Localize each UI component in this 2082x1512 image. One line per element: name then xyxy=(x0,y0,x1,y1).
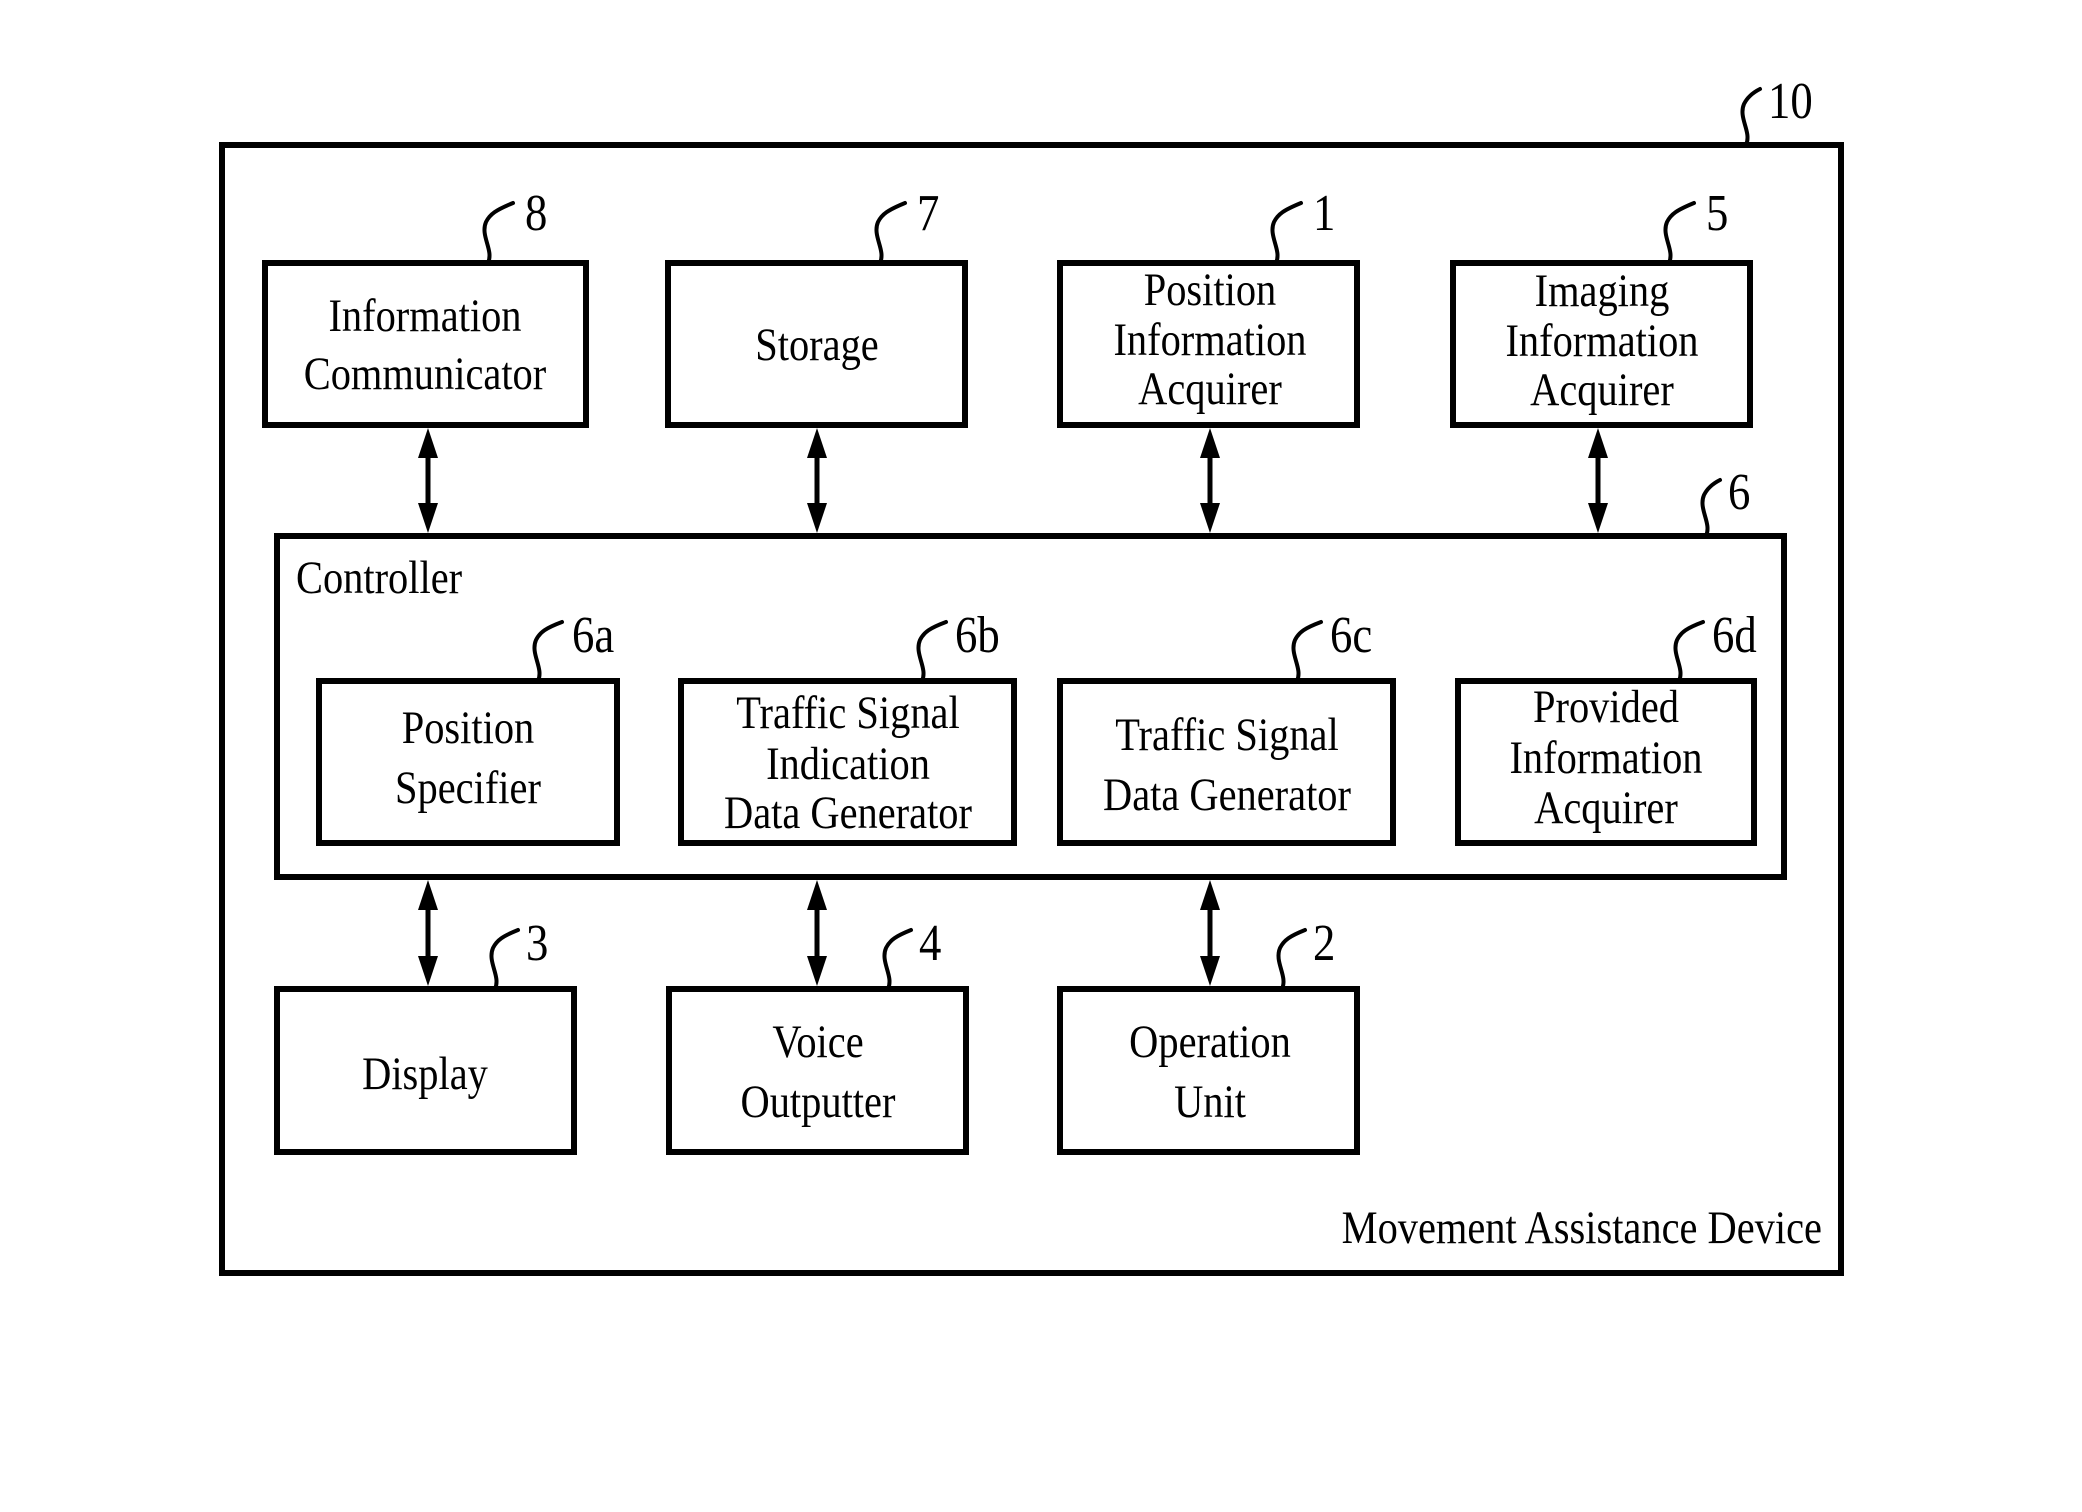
arrow-storage-controller xyxy=(807,428,827,533)
block-traffic-signal-data-generator: Traffic Signal Data Generator 6c xyxy=(1057,607,1396,846)
ref-leader xyxy=(482,201,515,265)
ref-leader xyxy=(874,201,907,265)
arrow-controller-operation-unit xyxy=(1200,880,1220,986)
block-label-line: Information xyxy=(1509,732,1702,783)
block-ref: 6c xyxy=(1330,607,1372,664)
ref-leader xyxy=(1270,201,1303,265)
block-label-line: Specifier xyxy=(395,762,541,813)
block-position-specifier: Position Specifier 6a xyxy=(316,607,620,846)
block-label-line: Operation xyxy=(1129,1016,1291,1067)
block-ref: 4 xyxy=(919,915,941,972)
block-label-line: Outputter xyxy=(741,1076,896,1127)
block-provided-information-acquirer: Provided Information Acquirer 6d xyxy=(1455,607,1757,846)
block-ref: 3 xyxy=(526,915,548,972)
arrow-controller-display xyxy=(418,880,438,986)
block-ref: 8 xyxy=(525,185,547,242)
device-ref: 10 xyxy=(1768,73,1813,130)
block-label-line: Storage xyxy=(755,319,878,370)
block-label-line: Position xyxy=(402,702,535,753)
ref-leader xyxy=(1291,620,1323,683)
block-label-line: Acquirer xyxy=(1530,364,1674,415)
block-label-line: Voice xyxy=(772,1016,863,1067)
block-label-line: Display xyxy=(362,1048,488,1099)
block-ref: 1 xyxy=(1313,185,1335,242)
block-label-line: Imaging xyxy=(1535,265,1670,316)
block-label-line: Acquirer xyxy=(1138,363,1282,414)
block-label-line: Provided xyxy=(1533,681,1679,732)
block-diagram: 10 Movement Assistance Device Controller… xyxy=(219,73,1844,1276)
ref-leader xyxy=(882,928,913,991)
block-label-line: Information xyxy=(328,290,521,341)
block-label-line: Traffic Signal xyxy=(736,687,959,738)
block-ref: 6b xyxy=(955,607,1000,664)
device-label: Movement Assistance Device xyxy=(1342,1202,1822,1253)
block-label-line: Traffic Signal xyxy=(1115,709,1338,760)
arrow-communicator-controller xyxy=(418,428,438,533)
ref-leader xyxy=(1276,928,1307,991)
ref-leader xyxy=(532,620,564,683)
block-ref: 7 xyxy=(917,185,939,242)
block-information-communicator: Information Communicator 8 xyxy=(262,185,589,428)
ref-leader xyxy=(916,620,948,683)
block-label-line: Unit xyxy=(1174,1076,1246,1127)
block-storage: Storage 7 xyxy=(665,185,968,428)
ref-leader xyxy=(489,928,520,991)
controller-ref-leader xyxy=(1700,478,1722,538)
block-ref: 2 xyxy=(1313,915,1335,972)
device-ref-leader xyxy=(1740,87,1762,147)
block-ref: 6d xyxy=(1712,607,1757,664)
block-label-line: Indication xyxy=(766,738,930,789)
block-position-information-acquirer: Position Information Acquirer 1 xyxy=(1057,185,1360,428)
block-label-line: Data Generator xyxy=(724,787,972,838)
block-imaging-information-acquirer: Imaging Information Acquirer 5 xyxy=(1450,185,1753,428)
block-label-line: Information xyxy=(1505,315,1698,366)
block-label-line: Acquirer xyxy=(1534,782,1678,833)
arrow-controller-voice-outputter xyxy=(807,880,827,986)
ref-leader xyxy=(1673,620,1705,683)
block-ref: 5 xyxy=(1706,185,1728,242)
block-label-line: Communicator xyxy=(304,348,547,399)
block-label-line: Position xyxy=(1144,264,1277,315)
controller-label: Controller xyxy=(296,552,462,603)
controller-ref: 6 xyxy=(1728,464,1750,521)
arrow-position-acquirer-controller xyxy=(1200,428,1220,533)
block-traffic-signal-indication-data-generator: Traffic Signal Indication Data Generator… xyxy=(678,607,1017,846)
block-ref: 6a xyxy=(572,607,614,664)
block-label-line: Information xyxy=(1113,314,1306,365)
arrow-imaging-acquirer-controller xyxy=(1588,428,1608,533)
block-label-line: Data Generator xyxy=(1103,769,1351,820)
ref-leader xyxy=(1663,201,1696,265)
